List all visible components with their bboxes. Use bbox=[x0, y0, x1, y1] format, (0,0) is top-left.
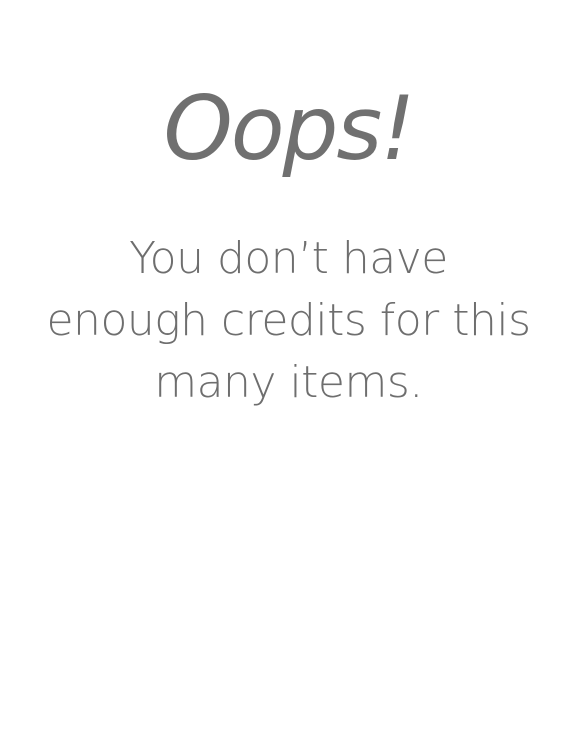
error-message-line: You don’t have bbox=[129, 233, 448, 284]
error-message-line: enough credits for this bbox=[46, 295, 531, 346]
error-title: Oops! bbox=[163, 77, 415, 180]
error-message: You don’t have enough credits for this m… bbox=[20, 228, 557, 414]
insufficient-credits-screen: Oops! You don’t have enough credits for … bbox=[0, 0, 577, 732]
error-message-line: many items. bbox=[154, 357, 423, 408]
